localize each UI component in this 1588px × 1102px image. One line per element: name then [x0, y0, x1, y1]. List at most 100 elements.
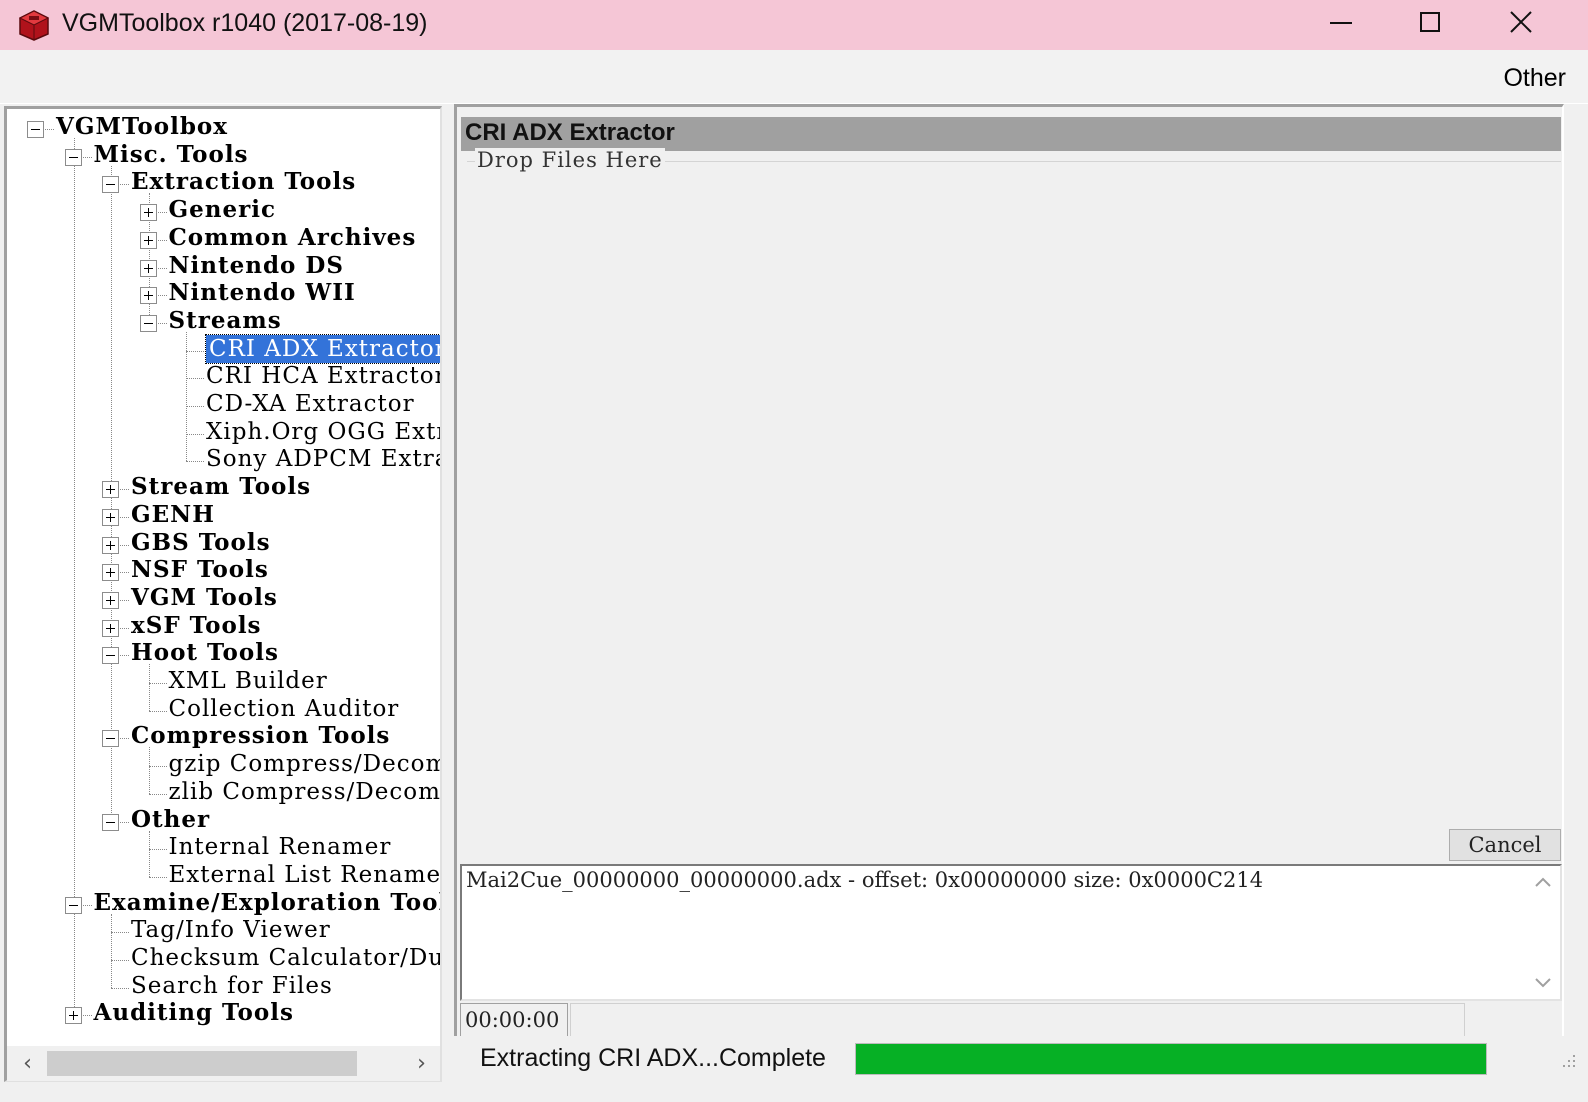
cancel-button[interactable]: Cancel [1449, 829, 1561, 861]
expand-icon[interactable] [139, 204, 157, 222]
tree-item-collection-auditor[interactable]: Collection Auditor [169, 695, 400, 723]
collapse-icon[interactable] [27, 121, 44, 138]
maximize-icon [1420, 12, 1440, 32]
drop-files-label: Drop Files Here [475, 148, 665, 172]
close-button[interactable] [1476, 0, 1566, 50]
expand-icon[interactable] [102, 619, 119, 637]
drop-files-area[interactable]: Drop Files Here [467, 148, 1561, 827]
resize-grip-icon[interactable] [1556, 1050, 1578, 1072]
tree-connector-line [148, 683, 167, 684]
maximize-button[interactable] [1386, 0, 1476, 50]
tree-item-genh[interactable]: GENH [131, 501, 215, 529]
tree-connector-line [148, 766, 167, 768]
tree-connector-line [111, 913, 112, 988]
tree-connector-line [186, 433, 204, 435]
tree-item-other[interactable]: Other [131, 806, 210, 834]
menu-bar: Other [0, 50, 1588, 104]
tree-item-xsf-tools[interactable]: xSF Tools [131, 612, 262, 640]
red-toolbox-icon [18, 10, 50, 41]
scroll-right-icon[interactable]: › [409, 1051, 434, 1076]
scroll-up-icon[interactable] [1532, 872, 1554, 894]
expand-icon[interactable] [139, 287, 157, 305]
tree-item-vgmtoolbox[interactable]: VGMToolbox [56, 113, 228, 141]
title-bar[interactable]: VGMToolbox r1040 (2017-08-19) [0, 0, 1588, 50]
tree-item-tag-info-viewer[interactable]: Tag/Info Viewer [131, 916, 331, 944]
minimize-icon [1330, 22, 1352, 24]
tree-connector-line [148, 710, 167, 712]
tree-item-checksum-calculator[interactable]: Checksum Calculator/Dupe F [131, 944, 440, 972]
collapse-icon[interactable] [64, 148, 82, 166]
expand-icon[interactable] [102, 508, 119, 526]
expand-icon[interactable] [102, 536, 119, 554]
output-line: Mai2Cue_00000000_00000000.adx - offset: … [466, 868, 1264, 892]
tree-item-xml-builder[interactable]: XML Builder [169, 667, 328, 695]
output-log[interactable]: Mai2Cue_00000000_00000000.adx - offset: … [460, 864, 1562, 1001]
tree-connector-line [186, 378, 204, 380]
tree-item-zlib-compress[interactable]: zlib Compress/Decompres [169, 778, 441, 806]
expand-icon[interactable] [102, 591, 119, 609]
tree-item-nsf-tools[interactable]: NSF Tools [131, 556, 269, 584]
collapse-icon[interactable] [102, 730, 119, 748]
tree-item-search-for-files[interactable]: Search for Files [131, 972, 333, 1000]
tree-item-extraction-tools[interactable]: Extraction Tools [131, 168, 356, 196]
tree-item-external-list-renamer[interactable]: External List Renamer [169, 861, 441, 889]
output-vertical-scrollbar[interactable] [1526, 866, 1560, 999]
tree-item-hoot-tools[interactable]: Hoot Tools [131, 639, 279, 667]
window-title: VGMToolbox r1040 (2017-08-19) [62, 9, 428, 37]
status-text: Extracting CRI ADX...Complete [480, 1044, 826, 1072]
tree-item-cri-adx-extractor[interactable]: CRI ADX Extractor [205, 333, 440, 364]
tree-item-nintendo-ds[interactable]: Nintendo DS [169, 252, 344, 280]
tool-tree-panel: VGMToolbox Misc. Tools Extraction Tools Gen… [4, 106, 442, 1082]
collapse-icon[interactable] [102, 813, 119, 831]
scroll-down-icon[interactable] [1532, 971, 1554, 993]
tree-item-stream-tools[interactable]: Stream Tools [131, 473, 311, 501]
expand-icon[interactable] [139, 231, 157, 249]
tree-connector-line [186, 461, 204, 463]
tree-item-vgm-tools[interactable]: VGM Tools [131, 584, 278, 612]
tool-panel: CRI ADX Extractor Drop Files Here Cancel… [454, 104, 1564, 1084]
panel-header: CRI ADX Extractor [461, 117, 1561, 151]
progress-bar [855, 1043, 1487, 1075]
tool-tree[interactable]: VGMToolbox Misc. Tools Extraction Tools Gen… [7, 109, 440, 1046]
tree-item-gbs-tools[interactable]: GBS Tools [131, 529, 271, 557]
tree-connector-line [111, 932, 129, 934]
tree-item-misc-tools[interactable]: Misc. Tools [94, 141, 249, 169]
tree-connector-line [111, 987, 129, 989]
tree-connector-line [148, 664, 150, 711]
expand-icon[interactable] [139, 259, 157, 277]
tree-connector-line [111, 960, 129, 961]
tree-item-common-archives[interactable]: Common Archives [169, 224, 417, 252]
tree-item-sony-adpcm-extractor[interactable]: Sony ADPCM Extractor [206, 445, 440, 473]
collapse-icon[interactable] [102, 176, 119, 194]
tree-item-gzip-compress[interactable]: gzip Compress/Decompres [169, 750, 441, 778]
tree-item-xiph-org-ogg-extractor[interactable]: Xiph.Org OGG Extrac [206, 418, 440, 446]
close-icon [1510, 11, 1532, 33]
expand-icon[interactable] [102, 564, 119, 582]
collapse-icon[interactable] [64, 896, 82, 914]
menu-item-other[interactable]: Other [1503, 64, 1566, 93]
expand-icon[interactable] [64, 1007, 82, 1025]
tree-item-auditing-tools[interactable]: Auditing Tools [94, 999, 294, 1027]
tree-item-compression-tools[interactable]: Compression Tools [131, 722, 390, 750]
status-bar: Extracting CRI ADX...Complete [454, 1036, 1588, 1084]
elapsed-time: 00:00:00 [460, 1003, 568, 1037]
scrollbar-thumb[interactable] [47, 1051, 357, 1076]
scroll-left-icon[interactable]: ‹ [15, 1051, 40, 1076]
status-field [570, 1003, 1465, 1037]
tree-item-internal-renamer[interactable]: Internal Renamer [169, 833, 392, 861]
tree-connector-line [73, 138, 75, 1016]
tree-item-streams[interactable]: Streams [169, 307, 282, 335]
tree-connector-line [148, 793, 167, 795]
expand-icon[interactable] [102, 481, 119, 499]
tree-connector-line [148, 849, 167, 851]
tree-connector-line [148, 876, 167, 878]
tree-item-cd-xa-extractor[interactable]: CD-XA Extractor [206, 390, 415, 418]
tree-item-nintendo-wii[interactable]: Nintendo WII [169, 279, 356, 307]
tree-horizontal-scrollbar[interactable]: ‹ › [7, 1046, 440, 1081]
collapse-icon[interactable] [139, 314, 157, 332]
tree-item-generic[interactable]: Generic [169, 196, 277, 224]
collapse-icon[interactable] [102, 647, 119, 665]
minimize-button[interactable] [1296, 0, 1386, 50]
tree-item-examine-exploration-tools[interactable]: Examine/Exploration Tools [94, 889, 441, 917]
tree-item-cri-hca-extractor[interactable]: CRI HCA Extractor [206, 362, 440, 390]
